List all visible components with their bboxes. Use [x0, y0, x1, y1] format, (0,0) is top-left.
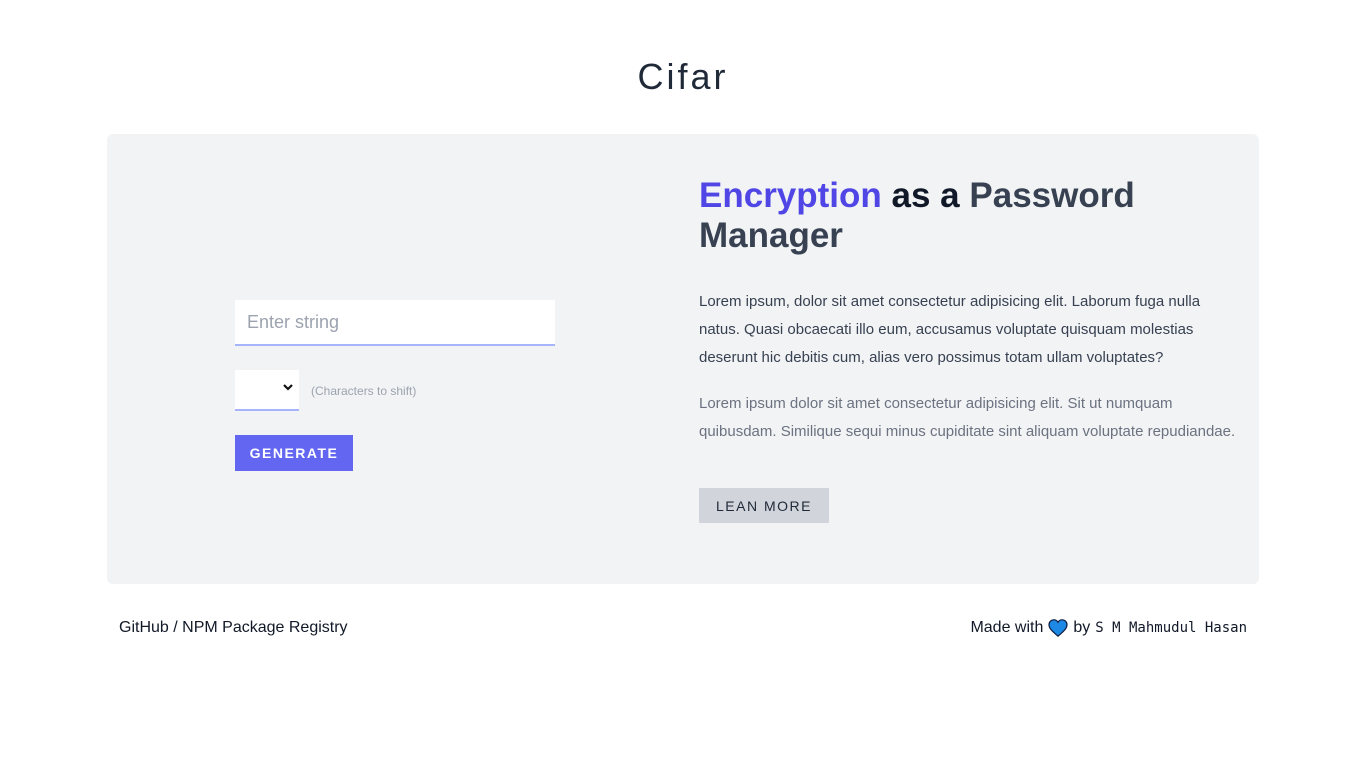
- by-text: by: [1073, 619, 1091, 636]
- heart-icon: [1048, 619, 1068, 637]
- github-link[interactable]: GitHub: [119, 619, 169, 636]
- generate-button[interactable]: GENERATE: [235, 435, 353, 471]
- string-input[interactable]: [235, 300, 555, 346]
- chevron-down-icon: [283, 384, 293, 391]
- npm-link[interactable]: NPM Package Registry: [182, 619, 347, 636]
- author-name: S M Mahmudul Hasan: [1095, 620, 1247, 636]
- footer-separator: /: [173, 619, 178, 636]
- footer-links: GitHub / NPM Package Registry: [119, 619, 348, 637]
- hero-paragraph-2: Lorem ipsum dolor sit amet consectetur a…: [699, 395, 1236, 440]
- hero-title-mid: as a: [891, 176, 960, 215]
- hero-title-accent: Encryption: [699, 176, 882, 215]
- shift-row: (Characters to shift): [235, 370, 555, 411]
- hero-paragraph-1: Lorem ipsum, dolor sit amet consectetur …: [699, 293, 1201, 366]
- encrypt-form: (Characters to shift) GENERATE: [235, 300, 555, 471]
- learn-more-button[interactable]: LEAN MORE: [699, 488, 829, 523]
- site-title: Cifar: [637, 56, 729, 97]
- made-with-text: Made with: [970, 619, 1044, 636]
- hero-section: Encryption as a Password Manager Lorem i…: [699, 176, 1244, 523]
- main-card: (Characters to shift) GENERATE Encryptio…: [107, 134, 1259, 584]
- hero-title: Encryption as a Password Manager: [699, 176, 1244, 256]
- footer-credit: Made with by S M Mahmudul Hasan: [970, 619, 1247, 637]
- shift-hint: (Characters to shift): [311, 383, 417, 398]
- shift-select[interactable]: [235, 370, 299, 411]
